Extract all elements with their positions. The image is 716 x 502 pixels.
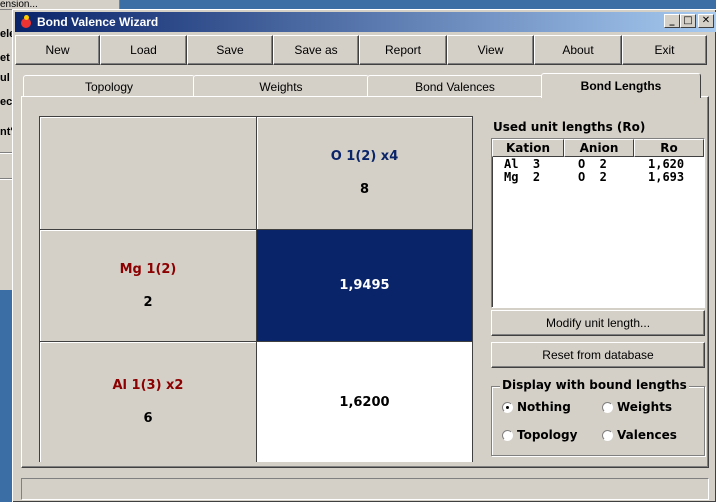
radio-nothing[interactable]: Nothing [502, 400, 571, 414]
radio-valences-label: Valences [617, 428, 677, 442]
background-fragment-5: nt' [0, 126, 12, 138]
save-button[interactable]: Save [187, 35, 273, 65]
background-fragment-3: ul [0, 72, 10, 84]
kation-count: 2 [143, 294, 153, 310]
save-as-button[interactable]: Save as [273, 35, 359, 65]
bond-length-grid: O 1(2) x4 8 Mg 1(2) 2 1,9495 Al 1(3) x2 … [39, 116, 473, 462]
app-atom-icon [19, 15, 33, 29]
anion-count: 8 [359, 182, 370, 197]
radio-unselected-icon [502, 429, 513, 441]
background-divider [0, 152, 12, 154]
kation-header-cell[interactable]: Mg 1(2) 2 [40, 230, 257, 342]
new-button[interactable]: New [15, 35, 100, 65]
view-button[interactable]: View [447, 35, 534, 65]
exit-button-label: Exit [654, 43, 675, 57]
column-header-ro[interactable]: Ro [634, 139, 704, 157]
bond-valence-wizard-window: Bond Valence Wizard _ □ ✕ New Load Save … [12, 9, 716, 502]
about-button[interactable]: About [534, 35, 622, 65]
radio-topology[interactable]: Topology [502, 428, 577, 442]
background-fragment-2: et [0, 52, 10, 64]
kation-name: Mg 1(2) [119, 261, 177, 277]
window-title: Bond Valence Wizard [37, 15, 159, 29]
exit-button[interactable]: Exit [622, 35, 707, 65]
anion-name: O 1(2) x4 [330, 149, 399, 164]
view-button-label: View [477, 43, 504, 57]
modify-button-label: Modify unit length... [545, 316, 651, 330]
cell-ro: 1,693 [648, 170, 685, 184]
reset-from-database-button[interactable]: Reset from database [491, 342, 705, 368]
display-options-legend: Display with bound lengths [500, 378, 689, 392]
cell-kation: Mg 2 [504, 170, 541, 184]
cell-anion: O 2 [578, 170, 607, 184]
kation-count: 6 [143, 411, 153, 426]
load-button-label: Load [130, 43, 157, 57]
background-fragment-4: ec [0, 96, 12, 108]
tab-bond-lengths[interactable]: Bond Lengths [541, 73, 701, 98]
tab-weights-label: Weights [259, 79, 303, 94]
save-as-button-label: Save as [294, 43, 338, 57]
radio-weights[interactable]: Weights [602, 400, 672, 414]
toolbar: New Load Save Save as Report View About … [15, 35, 714, 65]
save-button-label: Save [216, 43, 244, 57]
kation-header-cell[interactable]: Al 1(3) x2 6 [40, 342, 257, 462]
radio-nothing-label: Nothing [517, 400, 571, 414]
column-header-kation[interactable]: Kation [492, 139, 564, 157]
bond-length-cell[interactable]: 1,6200 [257, 342, 473, 462]
tab-bond-lengths-label: Bond Lengths [580, 79, 662, 93]
tab-bond-valences-label: Bond Valences [415, 79, 495, 94]
radio-unselected-icon [602, 429, 613, 441]
display-options-group: Display with bound lengths Nothing Weigh… [491, 378, 705, 456]
minimize-button[interactable]: _ [664, 14, 680, 28]
tab-topology[interactable]: Topology [23, 75, 195, 97]
tab-weights[interactable]: Weights [193, 75, 369, 97]
report-button[interactable]: Report [359, 35, 447, 65]
background-fragment-1: ele [0, 28, 12, 40]
new-button-label: New [45, 43, 70, 57]
background-divider [0, 178, 12, 180]
load-button[interactable]: Load [100, 35, 187, 65]
tab-topology-label: Topology [84, 79, 134, 94]
status-bar [21, 478, 709, 500]
kation-name: Al 1(3) x2 [112, 378, 184, 393]
radio-valences[interactable]: Valences [602, 428, 677, 442]
modify-unit-length-button[interactable]: Modify unit length... [491, 310, 705, 336]
radio-weights-label: Weights [617, 400, 673, 414]
unit-lengths-header: Kation Anion Ro [492, 139, 704, 157]
unit-lengths-list[interactable]: Kation Anion Ro Al 3 O 2 1,620 Mg 2 O 2 … [491, 138, 705, 308]
grid-corner-cell [40, 117, 257, 230]
tab-strip: Topology Weights Bond Valences Bond Leng… [21, 73, 701, 98]
reset-button-label: Reset from database [542, 348, 654, 362]
bond-length-cell-selected[interactable]: 1,9495 [257, 230, 473, 342]
maximize-button[interactable]: □ [680, 14, 696, 28]
table-row[interactable]: Mg 2 O 2 1,693 [492, 171, 704, 184]
title-bar[interactable]: Bond Valence Wizard _ □ ✕ [15, 12, 716, 32]
radio-unselected-icon [602, 401, 613, 413]
about-button-label: About [562, 43, 594, 57]
anion-header-cell[interactable]: O 1(2) x4 8 [257, 117, 473, 230]
radio-selected-icon [502, 401, 513, 413]
bond-length-value: 1,9495 [339, 278, 390, 293]
close-button[interactable]: ✕ [698, 14, 714, 28]
report-button-label: Report [384, 43, 422, 57]
bond-length-value: 1,6200 [339, 394, 390, 410]
unit-lengths-title: Used unit lengths (Ro) [493, 120, 646, 134]
column-header-anion[interactable]: Anion [564, 139, 634, 157]
radio-topology-label: Topology [517, 428, 578, 442]
tab-bond-valences[interactable]: Bond Valences [367, 75, 543, 97]
